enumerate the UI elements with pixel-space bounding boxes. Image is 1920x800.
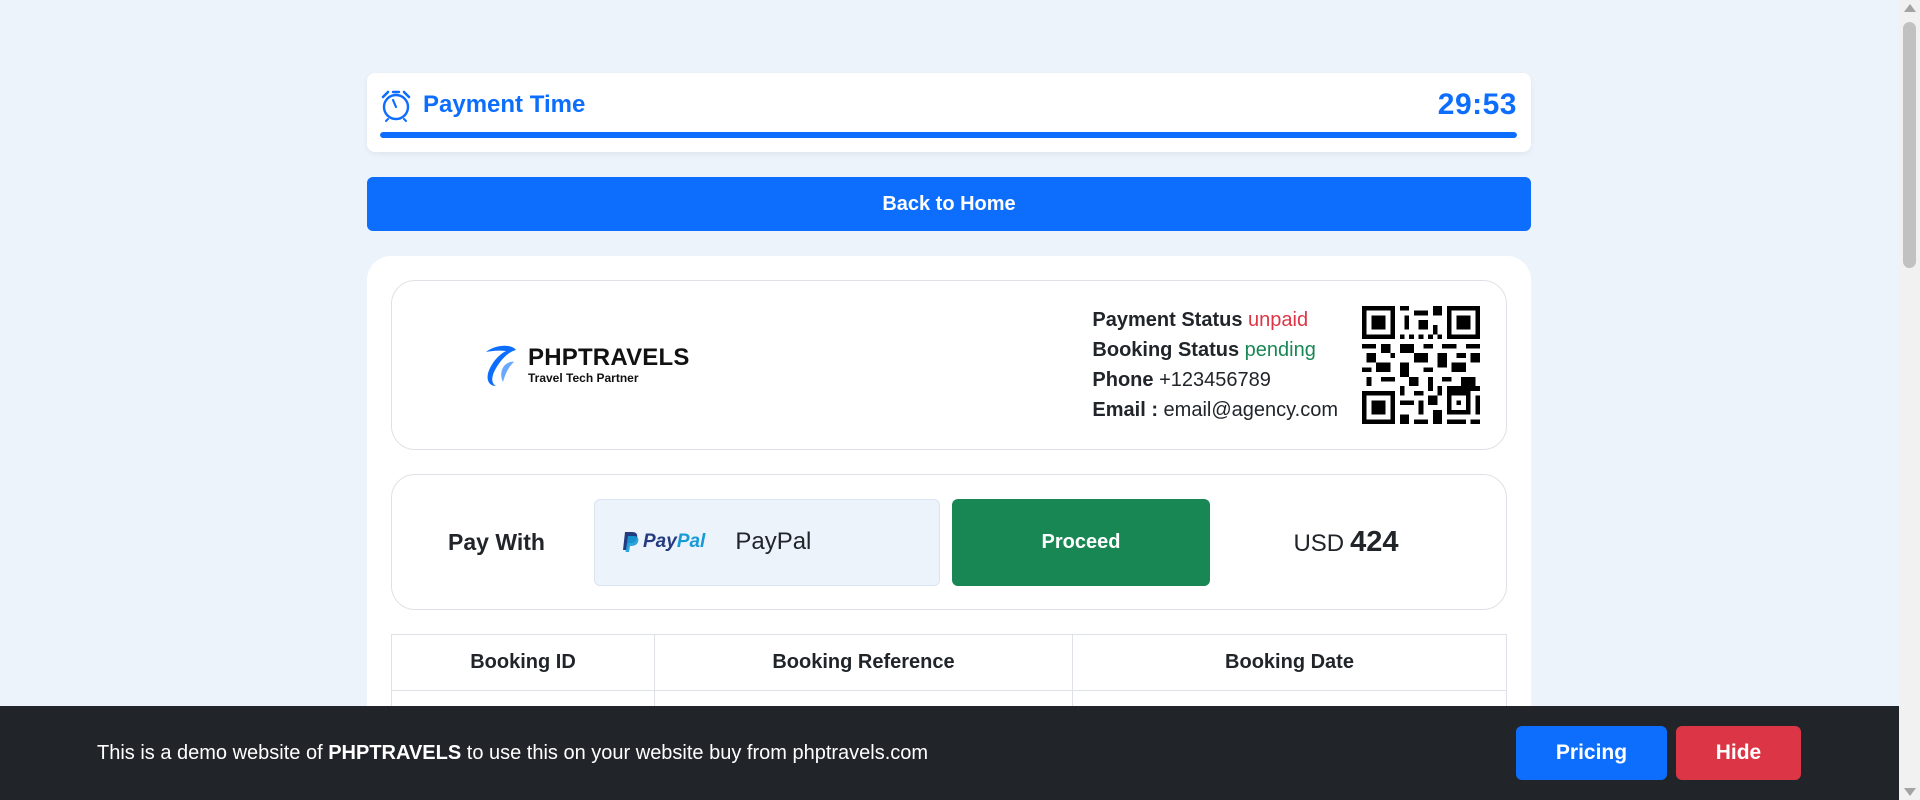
demo-notice-bar: This is a demo website of PHPTRAVELS to … [0,706,1899,800]
email-value: email@agency.com [1163,399,1338,421]
payment-method-row: Pay With PayPal PayPal Proceed USD 424 [391,474,1507,610]
invoice-header: PHPTRAVELS Travel Tech Partner Payment S… [391,280,1507,450]
brand-name: PHPTRAVELS [528,344,690,371]
payment-timer-card: Payment Time 29:53 [367,73,1531,152]
scroll-up-arrow-icon[interactable] [1904,4,1916,12]
email-label: Email : [1092,399,1164,421]
demo-text-after: to use this on your website buy from php… [461,741,929,764]
invoice-card: PHPTRAVELS Travel Tech Partner Payment S… [367,256,1531,776]
page-scrollbar[interactable] [1899,0,1920,800]
demo-notice-text: This is a demo website of PHPTRAVELS to … [97,742,928,765]
scrollbar-thumb[interactable] [1903,22,1916,268]
paypal-method-option[interactable]: PayPal PayPal [594,498,940,586]
paypal-logo-pal: Pal [676,531,706,552]
phptravels-logo-icon [486,345,516,386]
payment-status-row: Payment Status unpaid [1092,305,1338,335]
alarm-clock-icon [381,90,411,122]
payment-status-value: unpaid [1248,309,1309,331]
demo-text-before: This is a demo website of [97,741,329,764]
phone-value: +123456789 [1159,369,1271,391]
countdown-timer: 29:53 [1437,88,1517,121]
phone-row: Phone +123456789 [1092,365,1338,395]
payment-method-name: PayPal [735,528,812,555]
payment-time-title: Payment Time [423,91,586,118]
pricing-button[interactable]: Pricing [1516,726,1667,780]
payment-amount: USD 424 [1210,526,1482,559]
brand-tagline: Travel Tech Partner [528,371,639,385]
phone-label: Phone [1092,369,1160,391]
brand-logo: PHPTRAVELS Travel Tech Partner [482,342,690,388]
booking-status-label: Booking Status [1092,339,1245,361]
back-to-home-button[interactable]: Back to Home [367,177,1531,231]
booking-status-row: Booking Status pending [1092,335,1338,365]
qr-code-icon [1362,306,1480,424]
proceed-button[interactable]: Proceed [952,498,1210,586]
amount-value: 424 [1350,525,1399,558]
hide-button[interactable]: Hide [1676,726,1801,780]
email-row: Email : email@agency.com [1092,395,1338,425]
booking-status-list: Payment Status unpaid Booking Status pen… [1092,305,1338,425]
header-booking-id: Booking ID [391,634,655,691]
header-booking-reference: Booking Reference [654,634,1073,691]
table-header-row: Booking ID Booking Reference Booking Dat… [391,634,1507,691]
payment-status-label: Payment Status [1092,309,1249,331]
pay-with-label: Pay With [448,528,545,555]
header-booking-date: Booking Date [1072,634,1507,691]
paypal-logo-pay: Pay [643,531,677,552]
scroll-down-arrow-icon[interactable] [1904,788,1916,796]
currency-label: USD [1293,529,1345,557]
timer-progress-bar [380,132,1517,138]
timer-progress-fill [380,132,1517,138]
paypal-icon [623,532,639,552]
paypal-logo: PayPal [621,531,705,553]
page-content: Payment Time 29:53 Back to Home PHPTRAVE… [367,73,1531,776]
demo-text-brand: PHPTRAVELS [328,741,462,764]
booking-status-value: pending [1244,339,1316,361]
